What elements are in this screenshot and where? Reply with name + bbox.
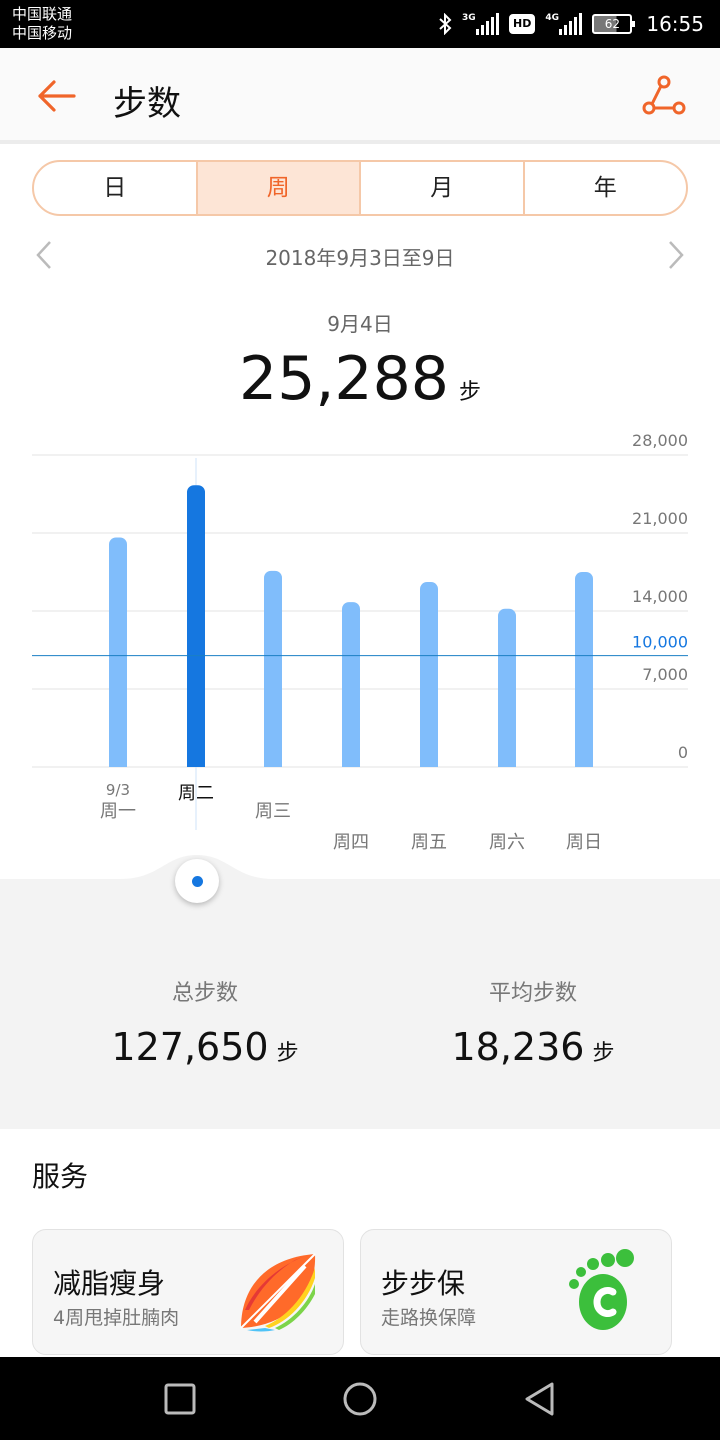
signal-4g-icon: 4G [545,13,583,35]
bar-0 [109,537,127,767]
bar-6 [575,572,593,767]
goal-label: 10,000 [632,633,688,652]
wave-divider [0,855,720,900]
y-tick-label: 14,000 [632,587,688,606]
bar-base [498,759,516,767]
bar-base [109,759,127,767]
y-tick-label: 7,000 [642,665,688,684]
share-icon[interactable] [642,74,686,118]
net-type-1: 3G [462,13,476,23]
service-card-fat-loss[interactable]: 减脂瘦身 4周甩掉肚腩肉 [32,1229,344,1355]
average-steps-label: 平均步数 [488,981,577,1006]
steps-chart[interactable]: 28,000 21,000 14,000 7,000 0 10,000 周一 9/3 周二 周三周… [0,420,720,880]
average-steps-value: 18,236 [451,1025,585,1069]
recents-square-icon[interactable] [162,1381,198,1417]
date-range: 2018年9月3日至9日 [265,246,455,270]
period-tabs: 日 周 月 年 [32,160,688,216]
back-triangle-icon[interactable] [522,1381,558,1417]
bar-base [420,759,438,767]
bar-5 [498,608,516,767]
tab-day[interactable]: 日 [34,162,198,214]
service-card-title: 步步保 [381,1267,466,1300]
green-footprint-icon [569,1249,634,1330]
selected-date: 9月4日 [327,312,393,336]
service-card-step-insurance[interactable]: 步步保 走路换保障 [360,1229,672,1355]
selected-steps-unit: 步 [458,380,481,405]
tab-week[interactable]: 周 [197,162,361,214]
y-tick-label: 21,000 [632,509,688,528]
clock: 16:55 [646,12,704,36]
status-bar: 中国联通 中国移动 3G HD 4G 62 16:55 [0,0,720,48]
next-period-icon[interactable] [666,240,686,270]
x-tick-label: 周二 [178,783,214,804]
bar-base [187,759,205,767]
y-tick-label: 28,000 [632,431,688,450]
x-tick-label: 周三 [255,801,291,822]
battery-icon: 62 [592,14,636,34]
signal-3g-icon: 3G [462,13,500,35]
service-card-title: 减脂瘦身 [53,1267,166,1300]
bar-base [342,759,360,767]
bar-base [575,759,593,767]
steps-bar-chart[interactable]: 28,00021,00014,0007,000010,000周一9/3 周二周三周… [0,420,720,880]
bluetooth-icon [439,13,452,35]
carrier-1: 中国联通 [12,5,73,23]
net-type-2: 4G [545,13,560,23]
hd-badge: HD [509,14,536,34]
bar-3 [342,602,360,767]
bar-4 [420,582,438,767]
x-sub-label: 9/3 [106,781,130,799]
total-steps: 总步数 127,650 步 [25,975,385,1069]
selected-steps: 25,288 步 [0,344,720,414]
service-card-subtitle: 4周甩掉肚腩肉 [53,1307,180,1329]
service-card-subtitle: 走路换保障 [381,1307,477,1329]
rainbow-leaf-icon [240,1253,316,1332]
bar-1 [187,485,205,767]
app-header: 步数 [0,48,720,144]
back-arrow-icon[interactable] [34,74,78,118]
total-steps-label: 总步数 [171,981,238,1006]
average-steps-unit: 步 [592,1041,615,1066]
bar-2 [264,570,282,767]
page-title: 步数 [113,84,181,124]
selection-handle[interactable] [175,859,219,903]
selection-dot-icon [192,876,203,887]
tab-month[interactable]: 月 [361,162,525,214]
y-tick-label: 0 [678,743,688,762]
bar-base [264,759,282,767]
total-steps-value: 127,650 [111,1025,269,1069]
home-circle-icon[interactable] [342,1381,378,1417]
average-steps: 平均步数 18,236 步 [353,975,713,1069]
x-tick-label: 周一 [100,801,136,822]
system-nav-bar [0,1357,720,1440]
carrier-info: 中国联通 中国移动 [12,5,72,43]
carrier-2: 中国移动 [12,24,73,42]
services-title: 服务 [32,1160,89,1193]
total-steps-unit: 步 [276,1041,299,1066]
tab-year[interactable]: 年 [525,162,687,214]
selected-steps-value: 25,288 [239,344,449,414]
